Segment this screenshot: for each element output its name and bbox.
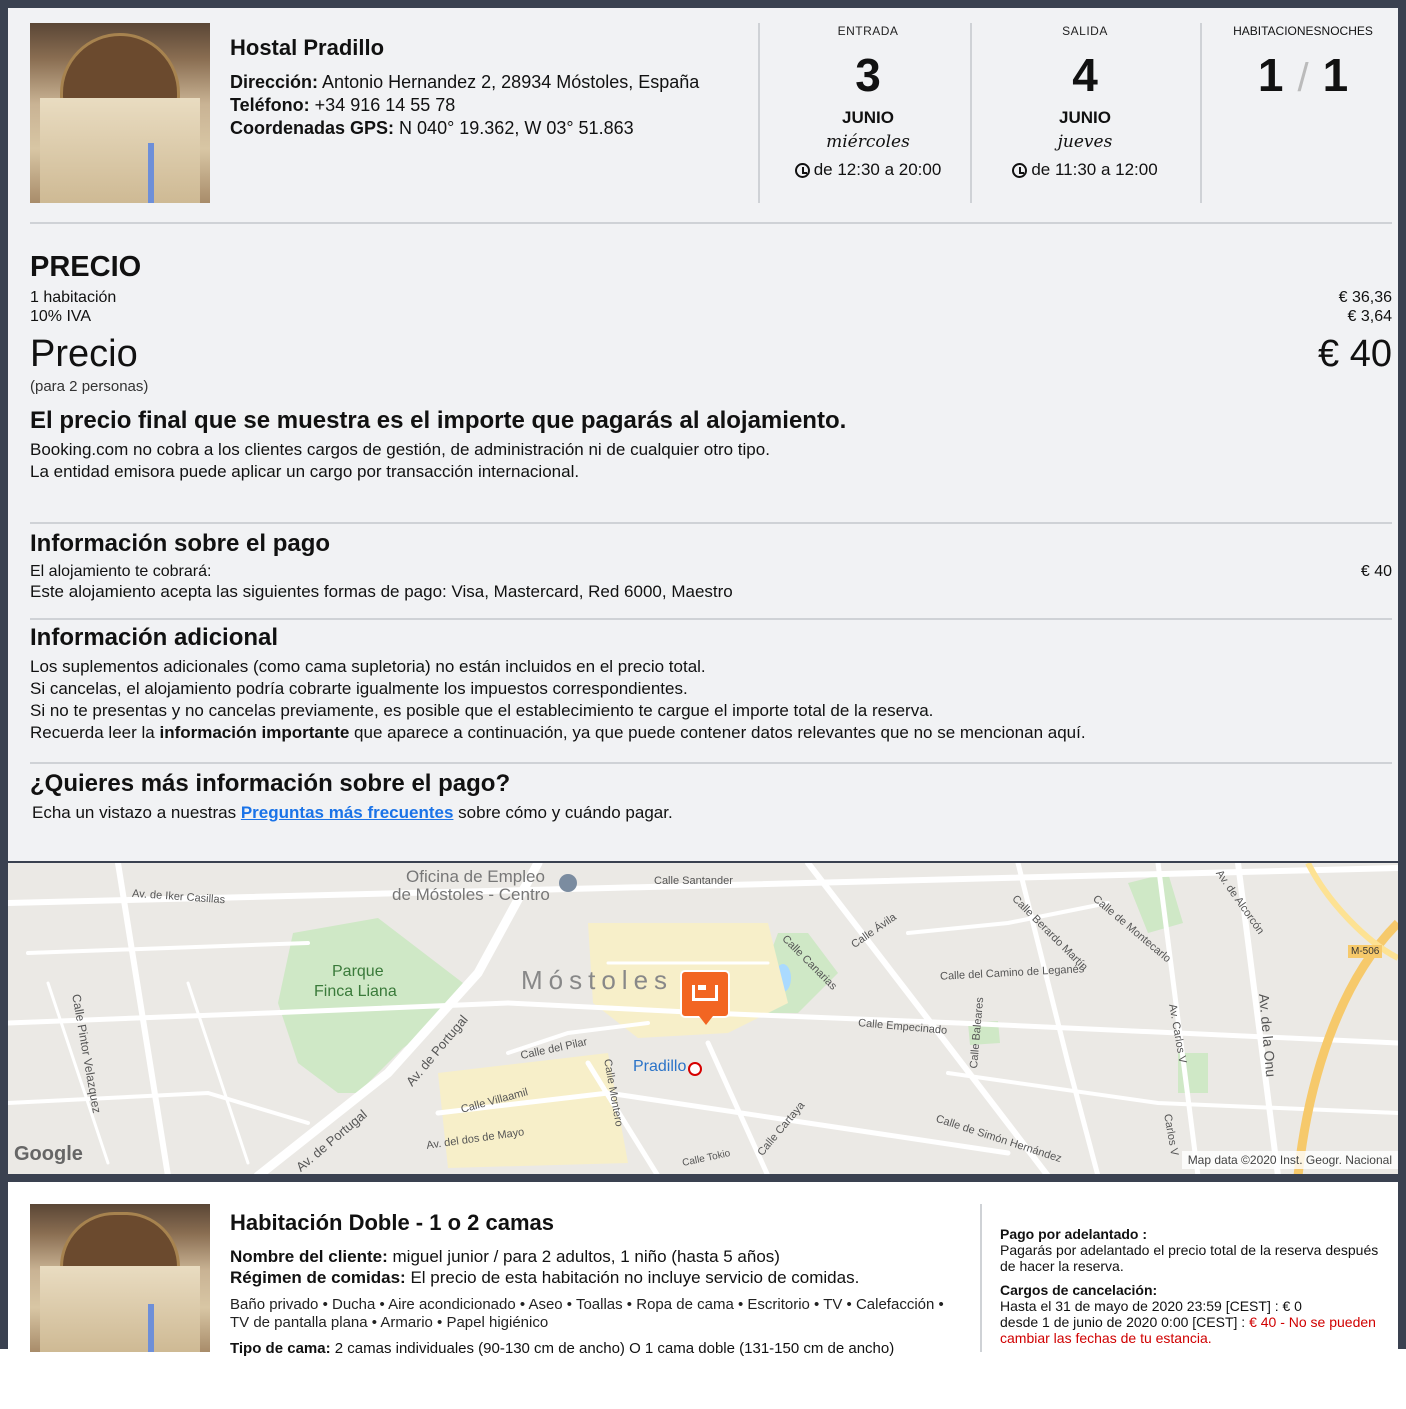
- checkout-label: SALIDA: [1062, 24, 1108, 38]
- map-label-station: Pradillo: [633, 1058, 687, 1075]
- map-label-park: Parque: [332, 963, 384, 980]
- clock-icon: [794, 162, 810, 178]
- price-total: Precio € 40: [30, 333, 1392, 375]
- price-line: 10% IVA € 3,64: [30, 308, 1392, 325]
- separator: /: [1297, 56, 1309, 100]
- price-section: PRECIO 1 habitación € 36,36 10% IVA € 3,64…: [30, 251, 1392, 483]
- google-logo: Google: [14, 1143, 83, 1165]
- cancel-line: Hasta el 31 de mayo de 2020 23:59 [CEST]…: [1000, 1298, 1302, 1314]
- final-price-heading: El precio final que se muestra es el imp…: [30, 407, 847, 434]
- price-line: 1 habitación € 36,36: [30, 289, 1392, 306]
- meal-plan: Régimen de comidas: El precio de esta ha…: [230, 1268, 860, 1287]
- payment-heading: Información sobre el pago: [30, 530, 331, 557]
- divider: [1200, 23, 1202, 203]
- hotel-name: Hostal Pradillo: [230, 35, 385, 60]
- room-photo: [30, 1204, 210, 1352]
- hotel-address: Dirección: Antonio Hernandez 2, 28934 Mó…: [230, 72, 700, 92]
- checkout-block: SALIDA 4 JUNIO jueves de 11:30 a 12:00: [980, 24, 1190, 180]
- map-label-park: Finca Liana: [314, 983, 397, 1000]
- additional-line: Si no te presentas y no cancelas previam…: [30, 701, 934, 720]
- rooms-nights-label: HABITACIONESNOCHES: [1233, 24, 1373, 38]
- guest-name: Nombre del cliente: miguel junior / para…: [230, 1247, 780, 1266]
- map-label-oficina: de Móstoles - Centro: [392, 885, 550, 904]
- hotel-gps: Coordenadas GPS: N 040° 19.362, W 03° 51…: [230, 118, 634, 138]
- cancel-label: Cargos de cancelación:: [1000, 1282, 1158, 1298]
- checkin-time: de 12:30 a 20:00: [768, 160, 968, 180]
- booking-summary: Hostal Pradillo Dirección: Antonio Herna…: [8, 8, 1398, 861]
- checkout-time: de 11:30 a 12:00: [980, 160, 1190, 180]
- room-info: Habitación Doble - 1 o 2 camas Nombre de…: [230, 1210, 960, 1358]
- checkout-day: 4: [1072, 49, 1098, 101]
- amenities: Baño privado • Ducha • Aire acondicionad…: [230, 1296, 944, 1331]
- faq-section: ¿Quieres más información sobre el pago? …: [30, 770, 1392, 824]
- hotel-pin-icon[interactable]: [680, 970, 730, 1025]
- conditions: Pago por adelantado : Pagarás por adelan…: [1000, 1226, 1390, 1346]
- faq-link[interactable]: Preguntas más frecuentes: [241, 803, 454, 822]
- additional-line: Recuerda leer la información importante …: [30, 723, 1086, 742]
- map-label-city: Móstoles: [521, 965, 674, 995]
- hotel-info: Hostal Pradillo Dirección: Antonio Herna…: [230, 36, 750, 140]
- checkin-month: JUNIO: [842, 108, 894, 127]
- divider: [30, 762, 1392, 764]
- cancel-line: desde 1 de junio de 2020 0:00 [CEST] : €…: [1000, 1314, 1376, 1346]
- checkin-label: ENTRADA: [837, 24, 899, 38]
- additional-line: Los suplementos adicionales (como cama s…: [30, 657, 706, 676]
- rooms-nights-block: HABITACIONESNOCHES 1 / 1: [1213, 24, 1393, 105]
- divider: [980, 1204, 982, 1352]
- faq-text: Echa un vistazo a nuestras Preguntas más…: [32, 803, 673, 822]
- checkin-block: ENTRADA 3 JUNIO miércoles de 12:30 a 20:…: [768, 24, 968, 180]
- payment-methods: Este alojamiento acepta las siguientes f…: [30, 582, 733, 601]
- location-map[interactable]: Oficina de Empleo de Móstoles - Centro C…: [8, 861, 1398, 1174]
- checkout-weekday: jueves: [1057, 132, 1113, 152]
- clock-icon: [1012, 162, 1028, 178]
- bed-type: Tipo de cama: 2 camas individuales (90-1…: [230, 1340, 895, 1357]
- map-label-road: M-506: [1348, 945, 1383, 958]
- map-attribution: Map data ©2020 Inst. Geogr. Nacional: [1181, 1151, 1398, 1169]
- payment-section: Información sobre el pago El alojamiento…: [30, 530, 1392, 603]
- final-price-line: La entidad emisora puede aplicar un carg…: [30, 462, 580, 481]
- divider: [30, 618, 1392, 620]
- rooms-nights-values: 1 / 1: [1213, 48, 1393, 105]
- additional-heading: Información adicional: [30, 624, 279, 651]
- hotel-photo: [30, 23, 210, 203]
- divider: [30, 222, 1392, 224]
- checkin-day: 3: [855, 49, 881, 101]
- room-title: Habitación Doble - 1 o 2 camas: [230, 1210, 554, 1235]
- confirmation-frame: Hostal Pradillo Dirección: Antonio Herna…: [0, 0, 1406, 1357]
- divider: [970, 23, 972, 203]
- prepay-text: Pagarás por adelantado el precio total d…: [1000, 1242, 1379, 1274]
- payment-charge: El alojamiento te cobrará: € 40: [30, 563, 1392, 580]
- checkout-month: JUNIO: [1059, 108, 1111, 127]
- price-heading: PRECIO: [30, 251, 142, 283]
- map-label-street: Calle Santander: [654, 875, 733, 887]
- additional-line: Si cancelas, el alojamiento podría cobra…: [30, 679, 688, 698]
- additional-section: Información adicional Los suplementos ad…: [30, 624, 1392, 744]
- room-details: Habitación Doble - 1 o 2 camas Nombre de…: [8, 1174, 1398, 1357]
- nights-count: 1: [1322, 49, 1349, 101]
- hotel-phone: Teléfono: +34 916 14 55 78: [230, 95, 456, 115]
- divider: [758, 23, 760, 203]
- faq-heading: ¿Quieres más información sobre el pago?: [30, 770, 511, 797]
- final-price-line: Booking.com no cobra a los clientes carg…: [30, 440, 770, 459]
- map-label-oficina: Oficina de Empleo: [406, 867, 545, 886]
- divider: [30, 522, 1392, 524]
- people-note: (para 2 personas): [30, 378, 149, 395]
- prepay-label: Pago por adelantado :: [1000, 1226, 1148, 1242]
- checkin-weekday: miércoles: [826, 132, 910, 152]
- rooms-count: 1: [1257, 49, 1284, 101]
